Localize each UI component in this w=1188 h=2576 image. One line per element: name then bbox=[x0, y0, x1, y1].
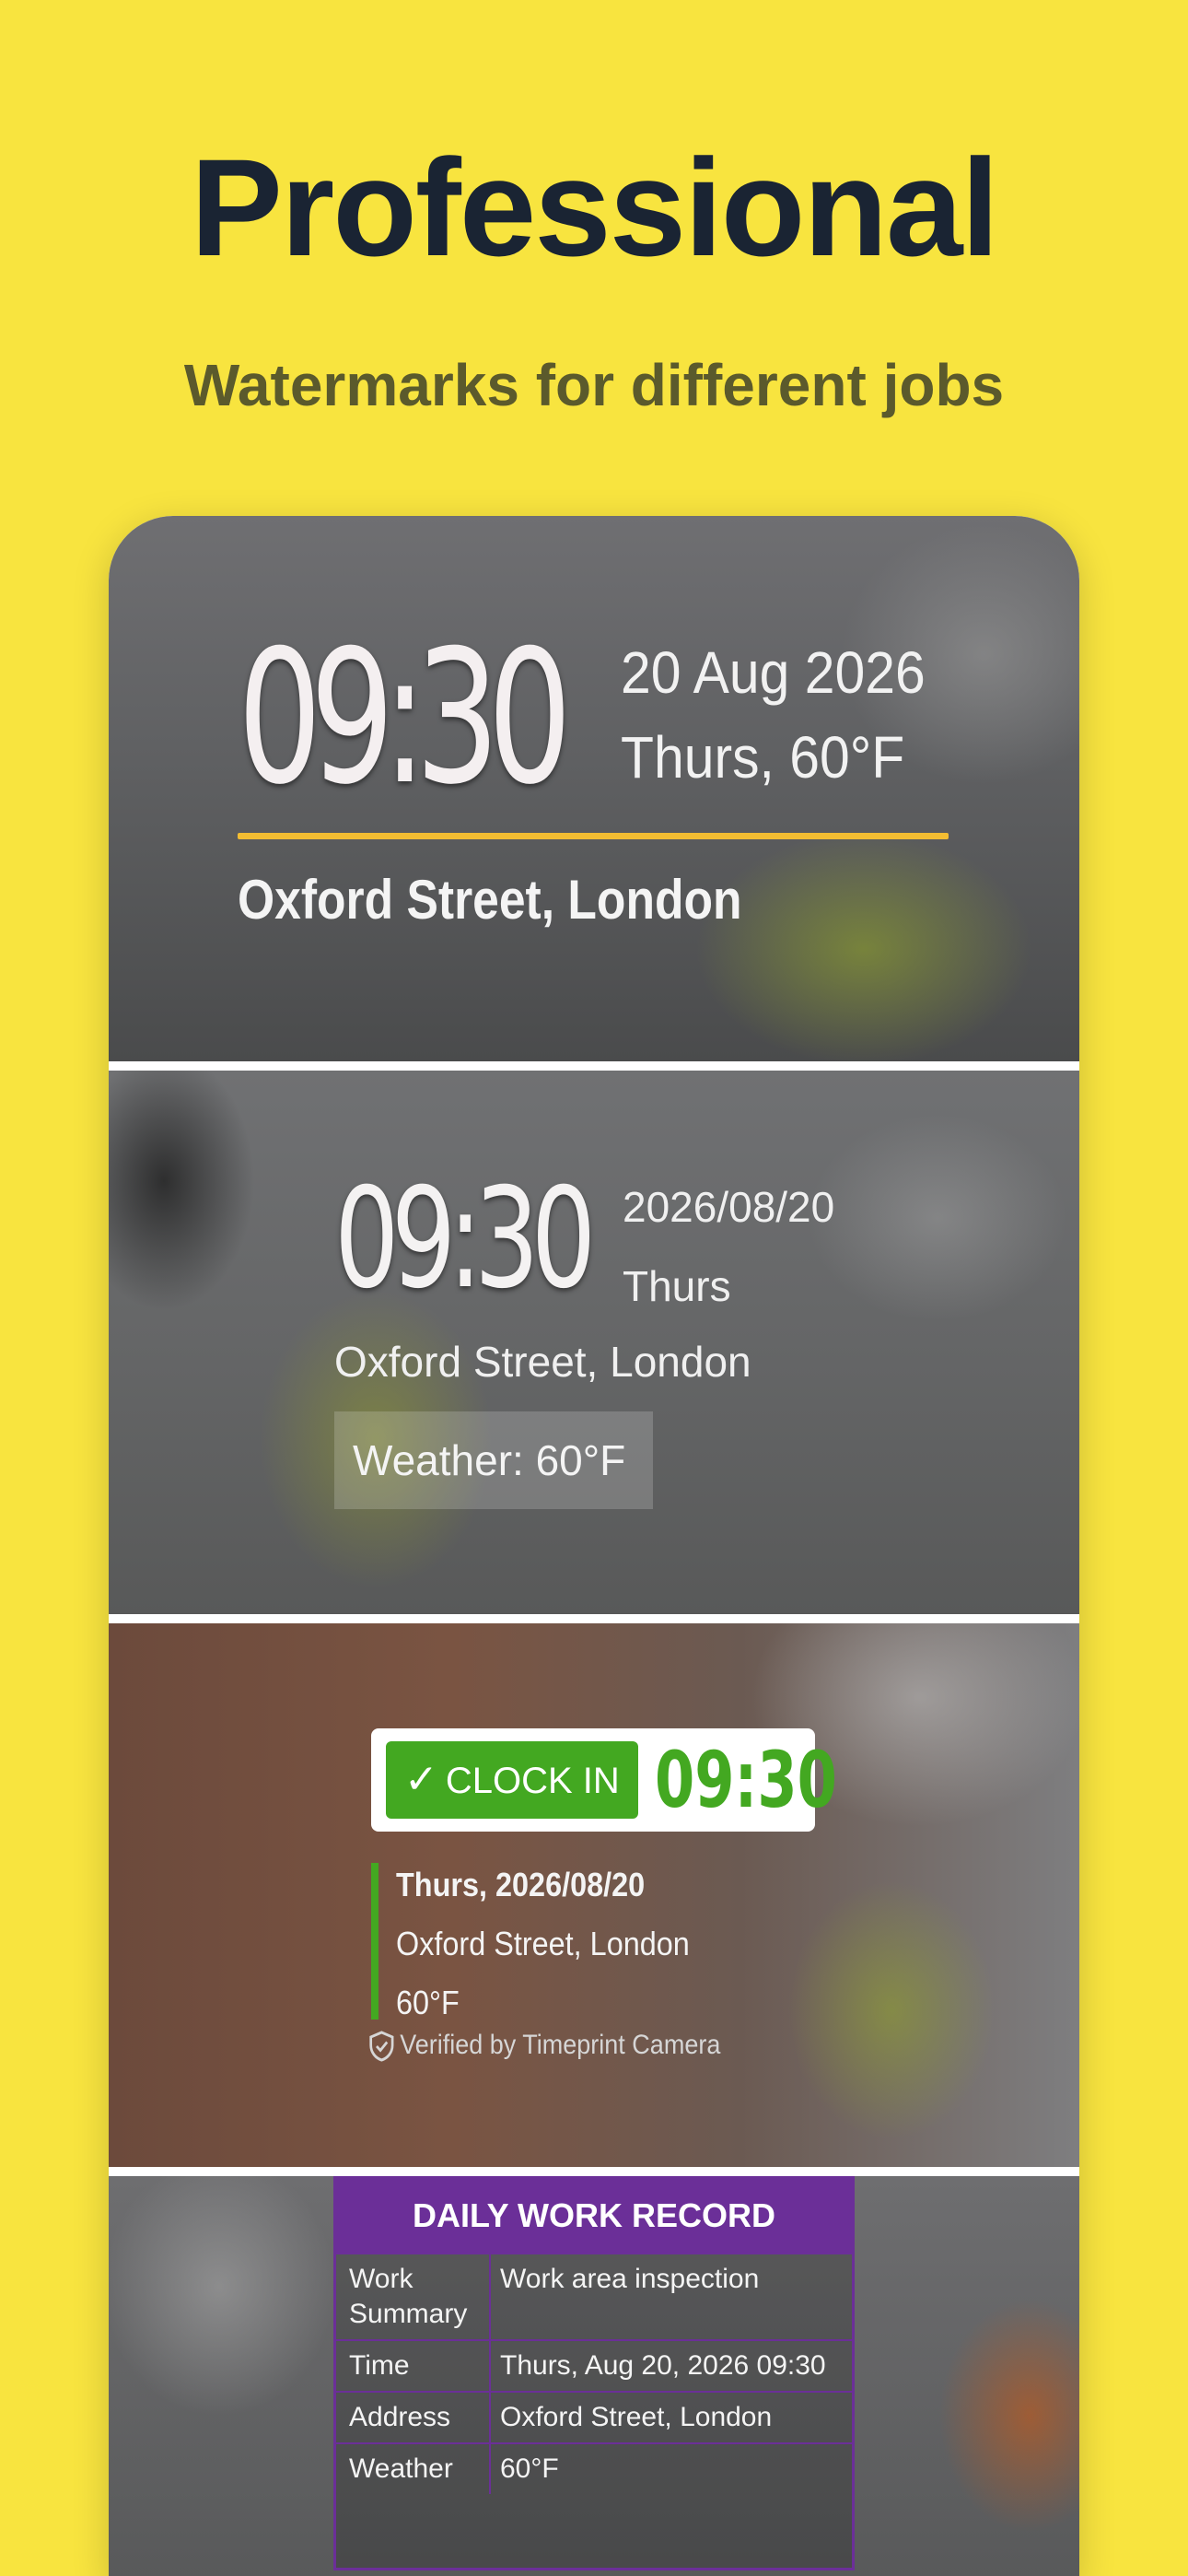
row-value: Thurs, Aug 20, 2026 09:30 bbox=[500, 2350, 826, 2381]
checkmark-icon: ✓ bbox=[404, 1757, 438, 1802]
watermark-date: Thurs, 2026/08/20 bbox=[396, 1866, 646, 1903]
table-row: Work Summary Work area inspection bbox=[336, 2253, 852, 2339]
watermark-address: Oxford Street, London bbox=[396, 1925, 690, 1962]
page-subtitle: Watermarks for different jobs bbox=[183, 352, 1005, 418]
watermark-sample-work-record[interactable]: DAILY WORK RECORD Work Summary Work area… bbox=[109, 2176, 1079, 2576]
row-value: Work area inspection bbox=[500, 2264, 760, 2294]
row-key: Weather bbox=[336, 2444, 491, 2494]
row-value: 60°F bbox=[500, 2453, 559, 2484]
watermark-sample-simple[interactable]: 09:30 2026/08/20 Thurs Oxford Street, Lo… bbox=[109, 1071, 1079, 1614]
verified-text: Verified by Timeprint Camera bbox=[400, 2030, 721, 2060]
row-key: Address bbox=[336, 2393, 491, 2442]
watermark-time: 09:30 bbox=[238, 611, 572, 825]
shield-check-icon bbox=[369, 2031, 394, 2062]
row-key: Time bbox=[336, 2341, 491, 2391]
clock-in-label-box: ✓ CLOCK IN bbox=[386, 1741, 638, 1819]
clock-in-badge: ✓ CLOCK IN 09:30 bbox=[371, 1728, 837, 1832]
row-value: Oxford Street, London bbox=[500, 2402, 773, 2432]
table-row: Time Thurs, Aug 20, 2026 09:30 bbox=[336, 2339, 852, 2391]
table-row: Address Oxford Street, London bbox=[336, 2391, 852, 2442]
watermark-day: Thurs bbox=[623, 1262, 731, 1310]
accent-bar bbox=[371, 1863, 379, 2020]
watermark-date: 2026/08/20 bbox=[623, 1183, 835, 1231]
watermark-sample-clock-in[interactable]: ✓ CLOCK IN 09:30 Thurs, 2026/08/20 Oxford… bbox=[109, 1623, 1079, 2167]
watermark-address: Oxford Street, London bbox=[334, 1338, 751, 1386]
watermark-weather-box: Weather: 60°F bbox=[334, 1411, 653, 1509]
watermark-time: 09:30 bbox=[334, 1159, 596, 1319]
table-row: Weather 60°F bbox=[336, 2442, 852, 2494]
accent-divider bbox=[238, 833, 949, 839]
work-record-title: DAILY WORK RECORD bbox=[336, 2179, 852, 2253]
verified-label: Verified by Timeprint Camera bbox=[368, 2027, 720, 2064]
clock-in-label: CLOCK IN bbox=[445, 1761, 620, 1801]
watermark-day-weather: Thurs, 60°F bbox=[621, 724, 905, 790]
work-record-table: DAILY WORK RECORD Work Summary Work area… bbox=[333, 2176, 855, 2570]
watermark-date: 20 Aug 2026 bbox=[621, 639, 926, 706]
watermark-weather: 60°F bbox=[396, 1984, 460, 2021]
watermark-time: 09:30 bbox=[655, 1735, 837, 1825]
watermark-address: Oxford Street, London bbox=[238, 869, 742, 931]
row-key: Work Summary bbox=[336, 2254, 491, 2339]
page-title: Professional bbox=[190, 130, 999, 285]
phone-preview: 09:30 20 Aug 2026 Thurs, 60°F Oxford Str… bbox=[109, 516, 1079, 2576]
watermark-sample-classic[interactable]: 09:30 20 Aug 2026 Thurs, 60°F Oxford Str… bbox=[109, 516, 1079, 1061]
